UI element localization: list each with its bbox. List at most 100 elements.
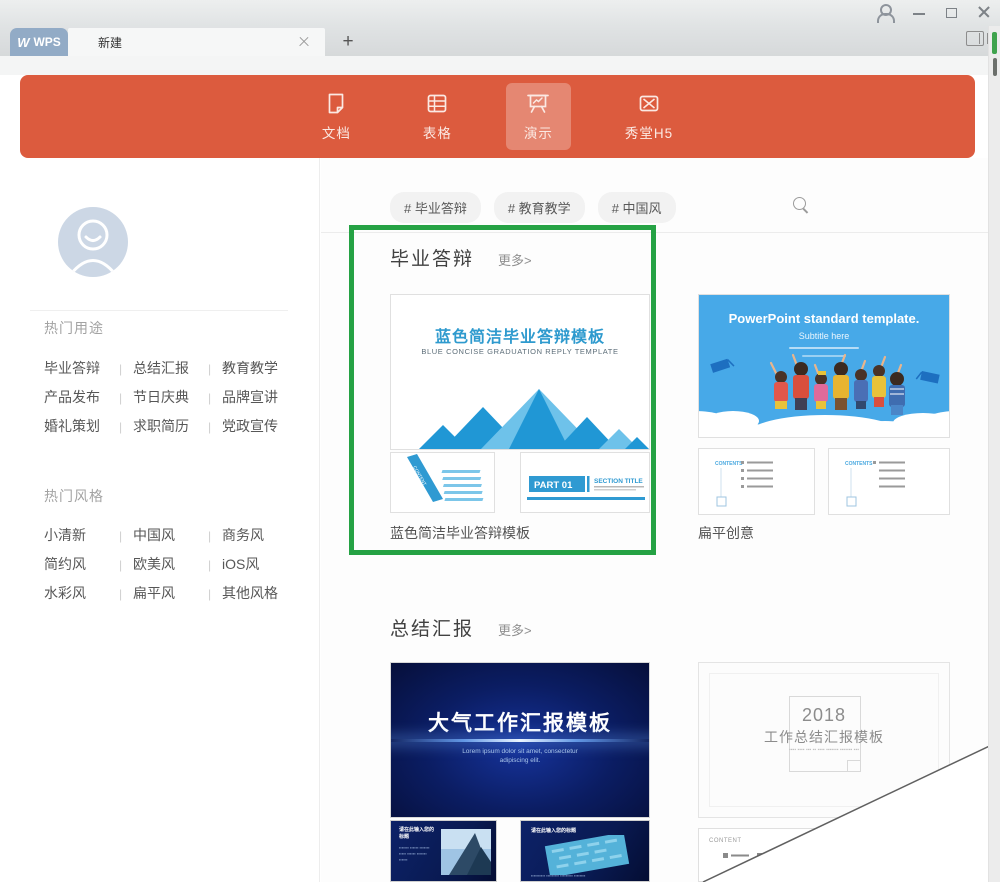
sidebar-link[interactable]: 党政宣传 [222,412,286,441]
wps-home-tab[interactable]: W WPS [10,28,68,56]
template-gallery: # 毕业答辩 # 教育教学 # 中国风 毕业答辩 更多> 蓝色简洁毕业答辩模板 … [321,158,988,882]
scrollbar-thumb[interactable] [993,58,997,76]
search-tag[interactable]: # 教育教学 [494,192,585,223]
banner-item-docs[interactable]: 文档 [304,83,369,150]
separator: | [197,522,222,551]
banner-item-slides[interactable]: 演示 [506,83,571,150]
template-preview-flat-creative[interactable]: PowerPoint standard template. Subtitle h… [698,294,950,438]
mountain-photo [441,829,491,875]
banner-item-h5[interactable]: 秀堂H5 [607,83,691,150]
template-thumb-dark-1[interactable]: 请在此输入您的标题 ▪▪▪▪▪▪▪ ▪▪▪▪▪▪ ▪▪▪▪▪▪▪ ▪▪▪▪▪ ▪… [390,820,497,882]
sidebar-link[interactable]: 欧美风 [133,550,197,579]
tab-new-document[interactable]: 新建 [68,28,325,56]
banner-label: 秀堂H5 [625,122,673,142]
search-tag[interactable]: # 中国风 [598,192,676,223]
separator: | [197,551,222,580]
banner-label: 演示 [524,122,553,142]
toolbar-strip [0,56,1000,75]
sidebar-link[interactable]: 教育教学 [222,354,286,383]
separator: | [108,551,133,580]
preview-subtitle: Lorem ipsum dolor sit amet, consectetur … [391,747,649,765]
template-thumb-contents-1[interactable]: CONTENTS [698,448,815,515]
search-tags: # 毕业答辩 # 教育教学 # 中国风 [390,192,676,223]
h5-icon [636,91,662,117]
banner-label: 文档 [322,122,351,142]
template-preview-2018-summary[interactable]: 2018 工作总结汇报模板 ▪▪▪▪ ▪▪▪▪ ▪▪▪ ▪▪ ▪▪▪▪ ▪▪▪▪… [698,662,950,818]
sidebar-link[interactable]: 扁平风 [133,579,197,608]
sidebar-link[interactable]: 求职简历 [133,412,197,441]
section-title: 总结汇报 [390,614,474,641]
template-name[interactable]: 扁平创意 [698,523,754,543]
tech-graphic [535,835,639,875]
document-icon [323,91,349,117]
template-thumb-dark-2[interactable]: 请在此输入您的标题 ▪▪▪▪▪▪▪▪▪▪ ▪▪▪▪▪▪▪▪▪ ▪▪▪▪▪▪▪▪▪… [520,820,650,882]
preview-title: 工作总结汇报模板 [699,727,949,747]
sidebar-divider [30,310,288,311]
sidebar-row: 水彩风|扁平风|其他风格 [44,579,286,608]
sidebar-link[interactable]: 水彩风 [44,579,108,608]
tab-bar: W WPS 新建 + [0,26,1000,56]
template-thumb-content-2018[interactable]: CONTENT [698,828,815,882]
sidebar-link[interactable]: 品牌宣讲 [222,383,286,412]
section-summary: 总结汇报 更多> [390,614,532,641]
sidebar-link[interactable]: 小清新 [44,521,108,550]
sidebar-link[interactable]: 简约风 [44,550,108,579]
scrollbar[interactable] [988,26,1000,882]
sidebar-style-links: 小清新|中国风|商务风 简约风|欧美风|iOS风 水彩风|扁平风|其他风格 [44,521,286,608]
content-list-graphic [709,851,809,881]
contents-label: CONTENTS [845,461,873,467]
thumb-body-text: ▪▪▪▪▪▪▪ ▪▪▪▪▪▪ ▪▪▪▪▪▪▪ ▪▪▪▪▪ ▪▪▪▪▪▪ ▪▪▪▪… [399,845,435,863]
sidebar-link[interactable]: 节日庆典 [133,383,197,412]
search-tag[interactable]: # 毕业答辩 [390,192,481,223]
sidebar-row: 小清新|中国风|商务风 [44,521,286,550]
banner-item-sheets[interactable]: 表格 [405,83,470,150]
thumb-footer-text: ▪▪▪▪▪▪▪▪▪▪ ▪▪▪▪▪▪▪▪▪ ▪▪▪▪▪▪▪▪▪ ▪▪▪▪▪▪▪▪ [531,873,643,879]
thumb-title: 请在此输入您的标题 [531,827,576,834]
panel-toggle-icon[interactable] [966,31,984,46]
light-flare [390,739,650,742]
sidebar-row: 简约风|欧美风|iOS风 [44,550,286,579]
sidebar-heading-styles: 热门风格 [44,486,104,506]
sidebar-link[interactable]: 总结汇报 [133,354,197,383]
template-preview-dark-report[interactable]: 大气工作汇报模板 Lorem ipsum dolor sit amet, con… [390,662,650,818]
app-type-banner: 文档 表格 演示 秀堂H5 [20,75,975,158]
sidebar: 热门用途 毕业答辩|总结汇报|教育教学 产品发布|节日庆典|品牌宣讲 婚礼策划|… [0,158,320,882]
sidebar-link[interactable]: 商务风 [222,521,286,550]
sidebar-link[interactable]: 毕业答辩 [44,354,108,383]
sidebar-link[interactable]: 中国风 [133,521,197,550]
preview-title: 大气工作汇报模板 [391,707,649,737]
contents-label: CONTENTS [715,461,743,467]
more-link[interactable]: 更多> [498,620,532,639]
minimize-icon[interactable] [913,6,925,18]
presentation-icon [525,91,551,117]
search-icon[interactable] [793,197,810,214]
scrollbar-mark [992,32,997,54]
separator: | [197,413,222,442]
separator: | [108,384,133,413]
sidebar-link[interactable]: 其他风格 [222,579,286,608]
sidebar-row: 产品发布|节日庆典|品牌宣讲 [44,383,286,412]
selection-highlight-box [349,225,656,555]
separator: | [108,413,133,442]
user-avatar-icon[interactable] [58,207,128,277]
preview-subtitle: ▪▪▪▪ ▪▪▪▪ ▪▪▪ ▪▪ ▪▪▪▪ ▪▪▪▪▪▪▪ ▪▪▪▪▪▪▪ ▪▪… [699,747,949,753]
new-tab-plus-icon[interactable]: + [336,30,360,54]
close-icon[interactable] [978,6,990,18]
template-thumb-contents-2[interactable]: CONTENTS [828,448,950,515]
tab-close-icon[interactable] [299,37,309,47]
separator: | [197,580,222,609]
separator: | [197,355,222,384]
sidebar-link[interactable]: 产品发布 [44,383,108,412]
wps-logo-text: WPS [33,35,60,49]
kids-clouds-graphic [699,337,950,437]
sidebar-link[interactable]: iOS风 [222,550,286,579]
preview-title: PowerPoint standard template. [699,311,949,326]
sidebar-link[interactable]: 婚礼策划 [44,412,108,441]
account-icon[interactable] [876,4,892,20]
separator: | [108,355,133,384]
banner-label: 表格 [423,122,452,142]
maximize-icon[interactable] [946,8,957,18]
sidebar-heading-purposes: 热门用途 [44,318,104,338]
preview-year: 2018 [699,705,949,726]
wps-logo-icon: W [17,35,29,50]
